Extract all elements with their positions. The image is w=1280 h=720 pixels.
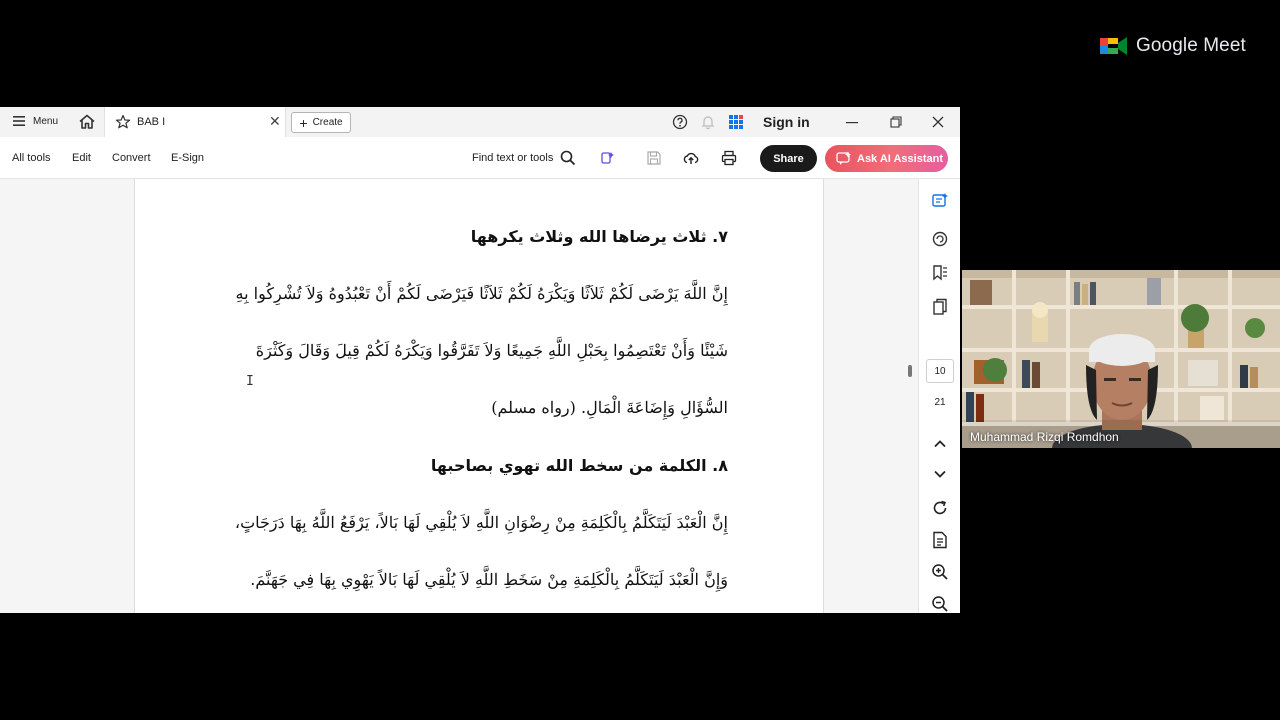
star-icon[interactable] <box>115 114 131 130</box>
zoom-in-icon[interactable] <box>931 563 949 581</box>
restore-icon[interactable] <box>884 111 908 133</box>
menu-label: Menu <box>33 115 59 127</box>
sign-in-button[interactable]: Sign in <box>763 114 810 130</box>
share-label: Share <box>773 152 804 165</box>
participant-video-frame <box>962 270 1280 448</box>
acrobat-window: Menu BAB I ✕ + Create Sign in All tools … <box>0 107 960 613</box>
create-label: Create <box>312 117 343 128</box>
save-icon[interactable] <box>646 150 662 166</box>
heading-8: ٨. الكلمة من سخط الله تهوي بصاحبها <box>430 456 728 475</box>
participant-video-tile[interactable]: Muhammad Rizqi Romdhon <box>962 270 1280 448</box>
all-tools-tab[interactable]: All tools <box>12 152 51 164</box>
text-line: السُّؤَالِ وَإِضَاعَةَ الْمَالِ. (رواه م… <box>491 398 728 417</box>
chevron-up-icon[interactable] <box>931 435 949 453</box>
ai-assistant-icon <box>836 151 851 165</box>
refresh-icon[interactable] <box>931 499 949 517</box>
comment-icon[interactable] <box>931 230 949 248</box>
chevron-down-icon[interactable] <box>931 465 949 483</box>
create-button[interactable]: + Create <box>291 112 351 133</box>
menu-button[interactable]: Menu <box>12 114 58 128</box>
close-window-icon[interactable] <box>926 111 950 133</box>
apps-grid-icon[interactable] <box>728 114 744 130</box>
esign-tab[interactable]: E-Sign <box>171 152 204 164</box>
heading-7: ٧. ثلاث يرضاها الله وثلاث يكرهها <box>470 227 728 246</box>
scrollbar-thumb[interactable] <box>908 365 912 377</box>
share-button[interactable]: Share <box>760 145 817 172</box>
title-bar: Menu BAB I ✕ + Create Sign in <box>0 107 960 137</box>
pdf-page: ٧. ثلاث يرضاها الله وثلاث يكرهها إِنَّ ا… <box>134 179 824 613</box>
edit-tab[interactable]: Edit <box>72 152 91 164</box>
home-icon[interactable] <box>78 113 96 131</box>
pages-icon[interactable] <box>931 298 949 316</box>
page-thumbnail-icon[interactable] <box>931 531 949 549</box>
print-icon[interactable] <box>721 150 737 166</box>
google-meet-logo: Google Meet <box>1100 34 1246 58</box>
find-text-button[interactable]: Find text or tools <box>472 152 553 164</box>
right-rail: 10 21 <box>918 179 960 613</box>
bookmark-icon[interactable] <box>931 264 949 282</box>
text-line: إِنَّ اللَّهَ يَرْضَى لَكُمْ ثَلاَثًا وَ… <box>235 284 728 303</box>
tab-title: BAB I <box>137 116 166 128</box>
search-icon[interactable] <box>560 150 576 166</box>
ai-assistant-label: Ask AI Assistant <box>857 152 943 165</box>
ai-assistant-button[interactable]: Ask AI Assistant <box>825 145 948 172</box>
close-tab-icon[interactable]: ✕ <box>269 113 281 130</box>
convert-tab[interactable]: Convert <box>112 152 151 164</box>
text-cursor-icon: I <box>246 374 254 389</box>
document-area[interactable]: ٧. ثلاث يرضاها الله وثلاث يكرهها إِنَّ ا… <box>0 179 918 613</box>
page-number-input[interactable]: 10 <box>926 359 954 383</box>
tab-document[interactable]: BAB I ✕ <box>104 107 286 137</box>
comment-ai-icon[interactable] <box>931 192 949 210</box>
upload-cloud-icon[interactable] <box>683 150 699 166</box>
google-meet-icon <box>1100 37 1127 55</box>
screen: Google Meet Menu BAB I ✕ + Create Sign i… <box>0 0 1280 720</box>
edit-ai-icon[interactable] <box>600 150 616 166</box>
minimize-icon[interactable] <box>840 111 864 133</box>
current-page: 10 <box>934 365 946 377</box>
text-line: إِنَّ الْعَبْدَ لَيَتَكَلَّمُ بِالْكَلِم… <box>234 513 728 532</box>
text-line: وَإِنَّ الْعَبْدَ لَيَتَكَلَّمُ بِالْكَل… <box>250 570 728 589</box>
help-icon[interactable] <box>672 114 688 130</box>
plus-icon: + <box>299 114 308 131</box>
participant-name: Muhammad Rizqi Romdhon <box>970 430 1119 444</box>
toolbar: All tools Edit Convert E-Sign Find text … <box>0 137 960 179</box>
zoom-out-icon[interactable] <box>931 595 949 613</box>
google-meet-title: Google Meet <box>1136 35 1246 56</box>
hamburger-icon <box>13 116 25 126</box>
bell-icon[interactable] <box>700 114 716 130</box>
total-pages: 21 <box>934 397 946 408</box>
text-line: شَيْئًا وَأَنْ تَعْتَصِمُوا بِحَبْلِ الل… <box>255 341 728 360</box>
